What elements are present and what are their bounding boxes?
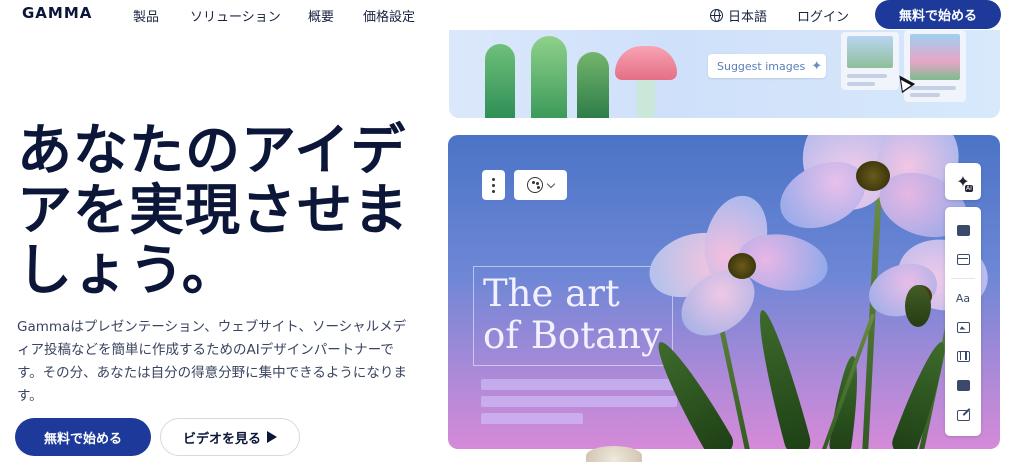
edit-icon bbox=[956, 409, 970, 421]
hero-title: あなたのアイデアを実現させましょう。 bbox=[17, 118, 410, 302]
text-placeholder-bar bbox=[481, 379, 677, 390]
nav-item-solutions[interactable]: ソリューション bbox=[190, 6, 281, 25]
text-placeholder-bar bbox=[481, 396, 677, 407]
language-selector[interactable]: 日本語 bbox=[710, 6, 767, 25]
gamma-logo[interactable]: GAMMA bbox=[22, 4, 92, 22]
image-thumbnail[interactable] bbox=[904, 30, 966, 102]
thumbnail-line bbox=[910, 93, 940, 97]
kebab-icon[interactable] bbox=[482, 170, 505, 200]
chevron-down-icon bbox=[546, 179, 556, 188]
film-icon bbox=[956, 350, 970, 362]
embed-tool[interactable] bbox=[945, 374, 981, 396]
preview-card-main: The art of Botany bbox=[448, 135, 1000, 449]
nav-item-pricing[interactable]: 価格設定 bbox=[363, 6, 415, 25]
theme-picker-button[interactable] bbox=[514, 170, 567, 200]
card-template-tool[interactable] bbox=[945, 219, 981, 241]
flower-illustration bbox=[586, 446, 642, 462]
card-title-line1: The art bbox=[483, 272, 620, 315]
flower-center bbox=[856, 161, 890, 191]
nav-item-about[interactable]: 概要 bbox=[308, 6, 334, 25]
card-add-icon bbox=[956, 224, 970, 236]
page: GAMMA 製品 ソリューション 概要 価格設定 日本語 ログイン 無料で始める… bbox=[0, 0, 1024, 462]
toolbar-divider bbox=[951, 278, 975, 279]
card-title[interactable]: The art of Botany bbox=[483, 273, 662, 357]
play-icon bbox=[267, 431, 277, 443]
image-thumbnail[interactable] bbox=[841, 32, 899, 90]
cactus-illustration bbox=[577, 52, 609, 118]
thumbnail-line bbox=[847, 74, 887, 78]
ai-assistant-button[interactable]: ✦ AI bbox=[945, 163, 981, 200]
preview-card-top: Suggest images ✦ bbox=[449, 30, 1000, 118]
watch-video-label: ビデオを見る bbox=[182, 431, 261, 447]
nav-signup-button[interactable]: 無料で始める bbox=[875, 0, 1001, 29]
thumbnail-line bbox=[910, 86, 956, 90]
image-tool[interactable] bbox=[945, 316, 981, 338]
text-tool[interactable]: Aa bbox=[945, 287, 981, 309]
thumbnail-line bbox=[847, 82, 875, 86]
flower-bud bbox=[905, 285, 931, 327]
watch-video-button[interactable]: ビデオを見る bbox=[160, 418, 300, 456]
thumbnail-image bbox=[910, 34, 960, 80]
nav-item-products[interactable]: 製品 bbox=[133, 6, 159, 25]
layout-icon bbox=[956, 253, 970, 265]
thumbnail-image bbox=[847, 36, 893, 68]
hero-description: Gammaはプレゼンテーション、ウェブサイト、ソーシャルメディア投稿などを簡単に… bbox=[17, 319, 407, 404]
layout-tool[interactable] bbox=[945, 248, 981, 270]
globe-icon bbox=[710, 9, 723, 22]
suggest-images-button[interactable]: Suggest images ✦ bbox=[708, 54, 826, 78]
leaf-illustration bbox=[749, 306, 814, 449]
mushroom-illustration bbox=[615, 46, 677, 80]
cactus-illustration bbox=[531, 36, 567, 118]
mushroom-illustration bbox=[637, 78, 655, 118]
palette-icon bbox=[527, 177, 543, 193]
flower-center bbox=[728, 253, 756, 279]
login-link[interactable]: ログイン bbox=[797, 6, 849, 25]
video-tool[interactable] bbox=[945, 345, 981, 367]
text-placeholder-bar bbox=[481, 413, 583, 424]
language-label: 日本語 bbox=[728, 10, 768, 25]
signup-button[interactable]: 無料で始める bbox=[15, 418, 151, 456]
top-nav: GAMMA 製品 ソリューション 概要 価格設定 日本語 ログイン 無料で始める bbox=[0, 0, 1024, 30]
editor-toolbar: Aa bbox=[945, 207, 981, 436]
leaf-illustration bbox=[828, 354, 864, 449]
edit-tool[interactable] bbox=[945, 404, 981, 426]
cactus-illustration bbox=[485, 44, 515, 118]
text-tool-label: Aa bbox=[955, 291, 971, 305]
suggest-images-label: Suggest images bbox=[717, 59, 806, 73]
sparkle-icon: ✦ bbox=[811, 58, 823, 74]
embed-icon bbox=[956, 379, 970, 391]
image-icon bbox=[956, 321, 970, 333]
ai-badge: AI bbox=[965, 185, 973, 192]
card-title-line2: of Botany bbox=[483, 314, 662, 357]
